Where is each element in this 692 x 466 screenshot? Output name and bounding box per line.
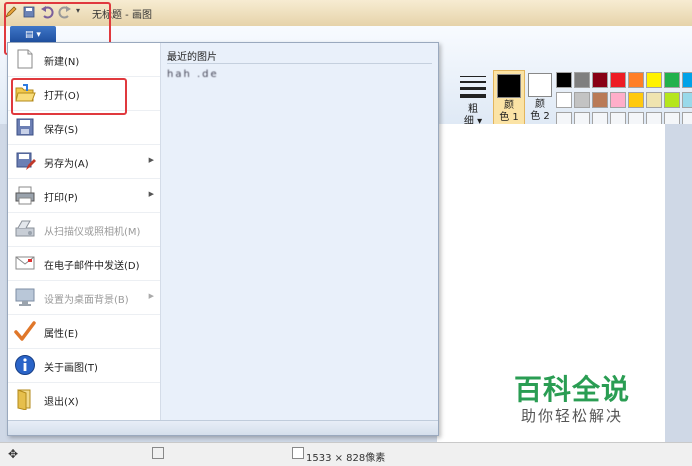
menu-item-label: 设置为桌面背景(B) — [44, 295, 129, 306]
exit-icon — [17, 389, 31, 410]
highlight-open-item — [11, 78, 127, 115]
recent-pictures-panel: 最近的图片 hah .de — [160, 43, 438, 421]
new-file-icon — [17, 49, 33, 69]
recent-pictures-title: 最近的图片 — [167, 52, 217, 63]
palette-color-swatch[interactable] — [574, 72, 590, 88]
palette-color-swatch[interactable] — [628, 72, 644, 88]
submenu-arrow-icon: ▶ — [148, 292, 154, 300]
menu-item-label: 另存为(A) — [44, 159, 89, 170]
menu-item-exit[interactable]: 退出(X) — [8, 383, 160, 416]
image-dimensions: 1533 × 828像素 — [306, 453, 386, 464]
watermark: 百科全说 助你轻松解决 — [514, 374, 630, 426]
palette-color-swatch[interactable] — [574, 92, 590, 108]
menu-item-set-desktop-background[interactable]: 设置为桌面背景(B) ▶ — [8, 281, 160, 315]
color-2-button[interactable]: 颜 色 2 — [525, 70, 555, 132]
palette-color-swatch[interactable] — [664, 72, 680, 88]
menu-item-label: 属性(E) — [44, 329, 79, 340]
save-as-icon — [16, 152, 36, 170]
scanner-icon — [15, 220, 35, 237]
color-2-label-bottom: 色 2 — [530, 111, 550, 122]
email-icon — [15, 256, 35, 270]
selection-size-icon — [152, 447, 164, 459]
menu-item-save[interactable]: 保存(S) — [8, 111, 160, 145]
menu-item-print[interactable]: 打印(P) ▶ — [8, 179, 160, 213]
submenu-arrow-icon: ▶ — [148, 156, 154, 164]
palette-color-swatch[interactable] — [682, 72, 692, 88]
watermark-subtitle: 助你轻松解决 — [521, 407, 624, 425]
size-button[interactable]: 粗 细 ▾ — [456, 70, 490, 130]
menu-item-label: 保存(S) — [44, 125, 79, 136]
recent-picture-item[interactable]: hah .de — [167, 69, 219, 80]
status-bar: ✥ 1533 × 828像素 — [0, 442, 692, 466]
palette-color-swatch[interactable] — [628, 92, 644, 108]
printer-icon — [15, 186, 35, 205]
color-2-swatch — [528, 73, 552, 97]
menu-item-label: 退出(X) — [44, 397, 79, 408]
submenu-arrow-icon: ▶ — [148, 190, 154, 198]
menu-item-label: 在电子邮件中发送(D) — [44, 261, 140, 272]
palette-color-swatch[interactable] — [610, 72, 626, 88]
palette-color-swatch[interactable] — [556, 92, 572, 108]
menu-item-properties[interactable]: 属性(E) — [8, 315, 160, 349]
palette-color-swatch[interactable] — [646, 72, 662, 88]
palette-color-swatch[interactable] — [592, 92, 608, 108]
color-1-label-top: 颜 — [504, 100, 514, 111]
recent-divider — [167, 63, 432, 64]
desktop-background-icon — [15, 288, 35, 306]
size-label-top: 粗 — [468, 104, 478, 115]
image-size-icon — [292, 447, 304, 459]
palette-color-swatch[interactable] — [664, 92, 680, 108]
color-2-label-top: 颜 — [535, 99, 545, 110]
palette-color-swatch[interactable] — [610, 92, 626, 108]
menu-item-label: 从扫描仪或照相机(M) — [44, 227, 141, 238]
menu-item-new[interactable]: 新建(N) — [8, 43, 160, 77]
menu-item-label: 新建(N) — [44, 57, 80, 68]
watermark-title: 百科全说 — [514, 373, 631, 406]
cursor-position-icon: ✥ — [8, 447, 19, 461]
palette-color-swatch[interactable] — [592, 72, 608, 88]
color-1-label-bottom: 色 1 — [499, 112, 519, 123]
save-disk-icon — [16, 118, 34, 136]
menu-item-about[interactable]: 关于画图(T) — [8, 349, 160, 383]
menu-item-from-scanner[interactable]: 从扫描仪或照相机(M) — [8, 213, 160, 247]
menu-item-save-as[interactable]: 另存为(A) ▶ — [8, 145, 160, 179]
menu-item-label: 打印(P) — [44, 193, 78, 204]
checkmark-icon — [14, 321, 36, 341]
menu-item-label: 关于画图(T) — [44, 363, 98, 374]
menu-item-send-email[interactable]: 在电子邮件中发送(D) — [8, 247, 160, 281]
info-icon — [15, 355, 35, 375]
color-1-swatch — [497, 74, 521, 98]
palette-color-swatch[interactable] — [646, 92, 662, 108]
palette-color-swatch[interactable] — [556, 72, 572, 88]
palette-color-swatch[interactable] — [682, 92, 692, 108]
menu-footer — [8, 420, 438, 435]
